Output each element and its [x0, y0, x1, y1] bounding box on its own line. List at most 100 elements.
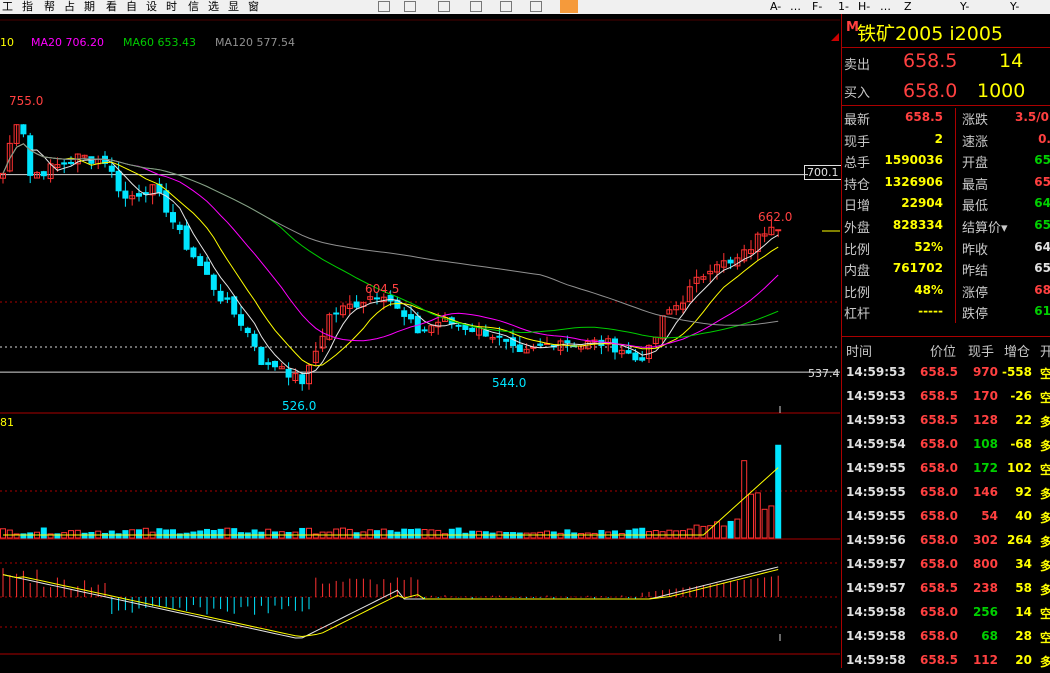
- volume-bar: [748, 493, 754, 539]
- candle-body: [115, 170, 122, 192]
- candle-body: [27, 135, 34, 176]
- candle-body: [68, 161, 74, 164]
- volume-bar: [768, 505, 775, 539]
- menu-right-item[interactable]: Y-: [1010, 0, 1019, 14]
- buy-price[interactable]: 658.0: [903, 80, 957, 102]
- volume-bar: [455, 527, 462, 539]
- toolbar-icon[interactable]: [500, 1, 512, 12]
- menu-item[interactable]: 指: [22, 0, 33, 14]
- toolbar-icon[interactable]: [378, 1, 390, 12]
- volume-bar: [401, 528, 408, 539]
- menu-item[interactable]: 时: [166, 0, 177, 14]
- volume-bar: [680, 530, 686, 539]
- menu-item[interactable]: 看: [106, 0, 117, 14]
- trade-row[interactable]: 14:59:53 658.5 970 -558 空: [842, 363, 1050, 385]
- volume-bar: [584, 532, 591, 539]
- candle-body: [469, 327, 476, 332]
- candle-body: [353, 301, 360, 308]
- menu-right-item[interactable]: Y-: [960, 0, 969, 14]
- level-tag-537: 537.4: [808, 367, 840, 380]
- volume-bar: [625, 529, 632, 539]
- candle-body: [564, 340, 571, 344]
- volume-label: 81: [0, 416, 14, 429]
- volume-bar: [367, 529, 374, 539]
- chart-canvas[interactable]: [0, 14, 840, 668]
- menu-right-item[interactable]: …: [790, 0, 801, 14]
- volume-bar: [516, 532, 523, 539]
- trade-row[interactable]: 14:59:55 658.0 172 102 空: [842, 459, 1050, 481]
- menu-item[interactable]: 占: [64, 0, 75, 14]
- menu-right-item[interactable]: 1-: [838, 0, 849, 14]
- menu-right-item[interactable]: H-: [858, 0, 870, 14]
- volume-bar: [0, 528, 6, 539]
- menu-item[interactable]: 帮: [44, 0, 55, 14]
- trade-row[interactable]: 14:59:58 658.0 68 28 空: [842, 627, 1050, 649]
- trade-row[interactable]: 14:59:55 658.0 146 92 多: [842, 483, 1050, 505]
- volume-bar: [142, 527, 149, 539]
- trade-inc: -68: [1010, 437, 1032, 451]
- trade-row[interactable]: 14:59:53 658.5 128 22 多: [842, 411, 1050, 433]
- volume-bar: [618, 533, 625, 539]
- candle-body: [387, 294, 394, 302]
- trade-row[interactable]: 14:59:58 658.0 256 14 空: [842, 603, 1050, 625]
- menu-item[interactable]: 期: [84, 0, 95, 14]
- sell-price[interactable]: 658.5: [903, 50, 957, 72]
- toolbar-icon[interactable]: [470, 1, 482, 12]
- trade-row[interactable]: 14:59:55 658.0 54 40 多: [842, 507, 1050, 529]
- candle-body: [727, 259, 734, 264]
- menu-item[interactable]: 自: [126, 0, 137, 14]
- volume-bar: [170, 529, 176, 539]
- stat-value: 65: [1034, 261, 1050, 276]
- menu-item[interactable]: 设: [146, 0, 157, 14]
- volume-bar: [333, 528, 340, 539]
- toolbar-icon[interactable]: [438, 1, 450, 12]
- stat-value: 3.5/0.: [1015, 110, 1050, 124]
- stat-label: 涨跌: [962, 113, 989, 128]
- volume-bar: [346, 528, 353, 539]
- ma60-label: MA60 653.43: [123, 36, 196, 49]
- trade-row[interactable]: 14:59:57 658.5 238 58 多: [842, 579, 1050, 601]
- kline-chart[interactable]: 10 MA20 706.20 MA60 653.43 MA120 577.54 …: [0, 14, 842, 668]
- trade-direction: 多: [1040, 583, 1050, 597]
- trade-row[interactable]: 14:59:53 658.5 170 -26 空: [842, 387, 1050, 409]
- trade-row[interactable]: 14:59:54 658.0 108 -68 多: [842, 435, 1050, 457]
- volume-bar: [734, 518, 741, 539]
- quote-panel: M 铁矿2005 i2005 卖出 658.5 14 买入 658.0 1000…: [841, 14, 1050, 669]
- menu-right-item[interactable]: F-: [812, 0, 822, 14]
- trade-time: 14:59:55: [846, 485, 906, 499]
- toolbar-icon[interactable]: [404, 1, 416, 12]
- menu-item[interactable]: 显: [228, 0, 239, 14]
- trade-row[interactable]: 14:59:56 658.0 302 264 多: [842, 531, 1050, 553]
- trade-row[interactable]: 14:59:58 658.5 112 20 多: [842, 651, 1050, 673]
- menu-right-item[interactable]: Z: [904, 0, 912, 14]
- volume-bar: [421, 529, 428, 539]
- menu-item[interactable]: 窗: [248, 0, 259, 14]
- candle-body: [183, 225, 190, 250]
- menu-item[interactable]: 信: [188, 0, 199, 14]
- buy-label: 买入: [844, 86, 871, 101]
- menu-item[interactable]: 选: [208, 0, 219, 14]
- volume-bar: [224, 527, 231, 539]
- trade-header-cell: 价位: [930, 345, 957, 360]
- candle-body: [401, 310, 408, 317]
- menu-right-item[interactable]: …: [880, 0, 891, 14]
- alert-icon[interactable]: [560, 0, 578, 13]
- stat-label: 最低: [962, 199, 989, 215]
- stat-value: 1326906: [884, 174, 943, 189]
- price-label-high: 755.0: [9, 94, 44, 108]
- stat-label: 速涨: [962, 134, 989, 150]
- volume-bar: [380, 528, 387, 539]
- menu-right-item[interactable]: A-: [770, 0, 781, 14]
- trade-inc: 20: [1015, 653, 1032, 667]
- volume-bar: [74, 529, 81, 539]
- trade-row[interactable]: 14:59:57 658.0 800 34 多: [842, 555, 1050, 577]
- volume-bar: [136, 529, 142, 539]
- stat-label: 跌停: [962, 307, 989, 323]
- stat-value: 1590036: [884, 153, 943, 168]
- menu-item[interactable]: 工: [2, 0, 13, 14]
- volume-bar: [40, 527, 47, 539]
- trade-time: 14:59:55: [846, 509, 906, 523]
- candle-body: [455, 324, 462, 327]
- toolbar-icon[interactable]: [530, 1, 542, 12]
- candle-body: [408, 314, 414, 320]
